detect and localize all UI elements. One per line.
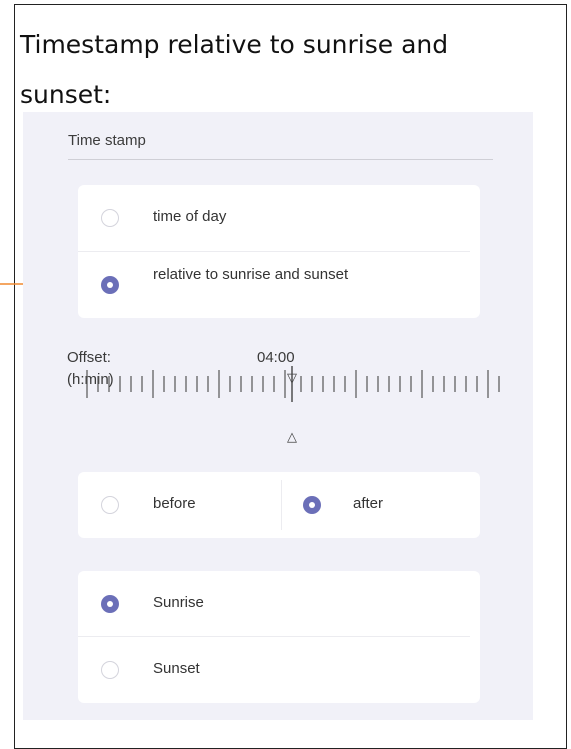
option-before-label: before (153, 495, 196, 512)
offset-slider[interactable] (23, 364, 533, 404)
radio-before[interactable] (101, 496, 119, 514)
option-after-label: after (353, 495, 384, 512)
radio-time-of-day[interactable] (101, 209, 119, 227)
radio-sunset[interactable] (101, 661, 119, 679)
radio-after[interactable] (303, 496, 321, 514)
option-sunrise-label: Sunrise (153, 594, 204, 611)
option-before[interactable]: before (78, 472, 279, 538)
timestamp-settings-panel: Time stamp time of day relative to sunri… (23, 112, 533, 720)
option-relative-sun[interactable]: relative to sunrise and sunset (78, 252, 480, 318)
option-sunrise[interactable]: Sunrise (78, 571, 480, 636)
timestamp-mode-group: time of day relative to sunrise and suns… (78, 185, 480, 318)
option-time-of-day[interactable]: time of day (78, 185, 480, 251)
page-title: Timestamp relative to sunrise and sunset… (20, 30, 449, 109)
radio-relative-sun[interactable] (101, 276, 119, 294)
section-divider (68, 159, 493, 160)
option-relative-sun-label: relative to sunrise and sunset (153, 266, 349, 283)
option-sunset-label: Sunset (153, 660, 200, 677)
option-sunset[interactable]: Sunset (78, 637, 480, 703)
option-time-of-day-label: time of day (153, 208, 227, 225)
sun-event-group: Sunrise Sunset (78, 571, 480, 703)
section-label: Time stamp (68, 132, 146, 149)
slider-pointer-bottom-icon: △ (287, 429, 297, 444)
option-after[interactable]: after (282, 472, 480, 538)
radio-sunrise[interactable] (101, 595, 119, 613)
direction-group: before after (78, 472, 480, 538)
